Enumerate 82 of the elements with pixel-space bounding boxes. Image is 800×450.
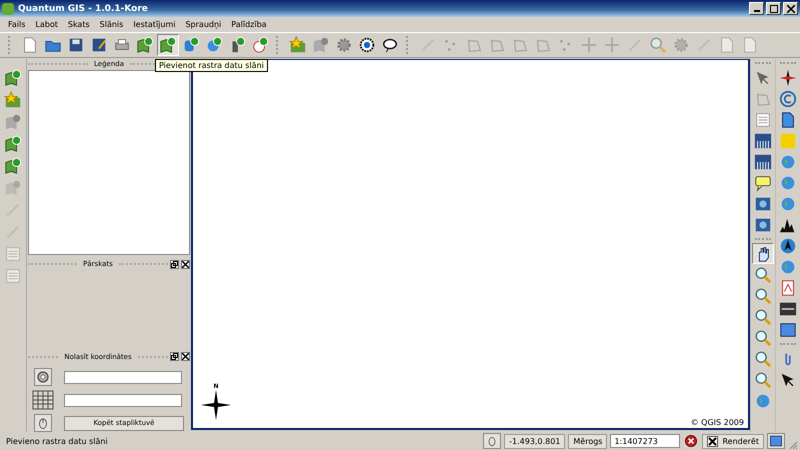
minimize-icon [754,10,760,12]
compass-cross-icon [779,68,797,86]
menu-item[interactable]: Palīdzība [226,18,272,31]
maximize-button[interactable] [766,2,781,15]
zoom-in-icon [754,266,772,284]
document-icon [4,267,22,285]
close-icon [786,4,794,12]
coordinate-field[interactable] [64,370,182,384]
star-map-icon [289,36,307,54]
speech-bubble-icon [754,174,772,192]
maximize-icon [770,4,778,12]
add-layer-icon [4,135,22,153]
copyright-icon [779,90,797,108]
menu-item[interactable]: Skats [62,18,95,31]
add-layer-icon [4,157,22,175]
menu-item[interactable]: Spraudņi [180,18,226,31]
label-tile-icon [779,132,797,150]
menu-item[interactable]: Slānis [94,18,128,31]
cloud-icon [381,36,399,54]
globe-icon [779,258,797,276]
file-icon [779,110,797,128]
add-raster-layer-icon [159,36,177,54]
dock-icon [779,320,797,338]
eye-icon [358,36,376,54]
pencil-icon [419,36,437,54]
ruler-icon [754,152,772,170]
ruler-icon [754,132,772,150]
render-label: Renderēt [722,436,759,446]
toolbar-button[interactable] [157,34,179,56]
remove-map-icon [312,36,330,54]
map-window-icon [769,434,783,448]
pencil-icon [4,223,22,241]
menu-item[interactable]: Labot [30,18,63,31]
stop-render-icon[interactable] [683,433,700,449]
window-title: Quantum GIS - 1.0.1-Kore [18,4,149,14]
star-map-icon [4,91,22,109]
resize-grip-icon [788,440,798,450]
float-panel-button[interactable] [170,260,179,269]
map-tile-icon [754,216,772,234]
grid-icon [32,390,54,410]
copyright-label: © QGIS 2009 [690,418,744,427]
map-layer-icon [4,69,22,87]
menu-item[interactable]: Iestatījumi [128,18,180,31]
coordinates-display: -1.493,0.801 [504,434,566,448]
target-icon [36,370,50,384]
capture-button[interactable] [34,414,52,432]
map-tile-icon [754,194,772,212]
save-as-icon [90,36,108,54]
capture-button[interactable] [34,368,52,386]
save-icon [67,36,85,54]
toolbar-button[interactable] [752,243,774,264]
globe-icon [779,152,797,170]
close-panel-button[interactable] [181,352,190,362]
float-panel-button[interactable] [170,352,180,362]
app-logo-icon [2,2,14,14]
projection-button[interactable] [767,433,785,449]
check-mark-icon [708,436,718,446]
checkbox[interactable] [707,436,718,446]
gear-icon [335,36,353,54]
tooltip: Pievienot rastra datu slāni [155,59,268,72]
map-layer-icon [4,179,22,197]
close-button[interactable] [783,2,798,15]
scale-field[interactable]: 1:1407273 [610,434,680,448]
scale-bar-icon [779,300,797,318]
mouse-icon [36,416,50,430]
minimize-button[interactable] [749,2,764,15]
remove-map-icon [4,113,22,131]
mouse-icon [486,435,498,447]
new-document-icon [21,36,39,54]
coordinate-field[interactable] [64,394,182,407]
render-checkbox[interactable]: Renderēt [702,434,764,448]
add-vector-layer-icon [136,36,154,54]
scale-label: Mērogs [568,434,608,448]
document-icon [4,245,22,263]
globe-icon [779,174,797,192]
table-icon [754,110,772,128]
menu-item[interactable]: Fails [3,18,30,31]
close-panel-button[interactable] [181,260,190,269]
status-message: Pievieno rastra datu slāni [6,436,109,446]
pencil-icon [4,201,22,219]
pdf-icon [779,278,797,296]
coordinate-toggle-button[interactable] [483,433,502,449]
